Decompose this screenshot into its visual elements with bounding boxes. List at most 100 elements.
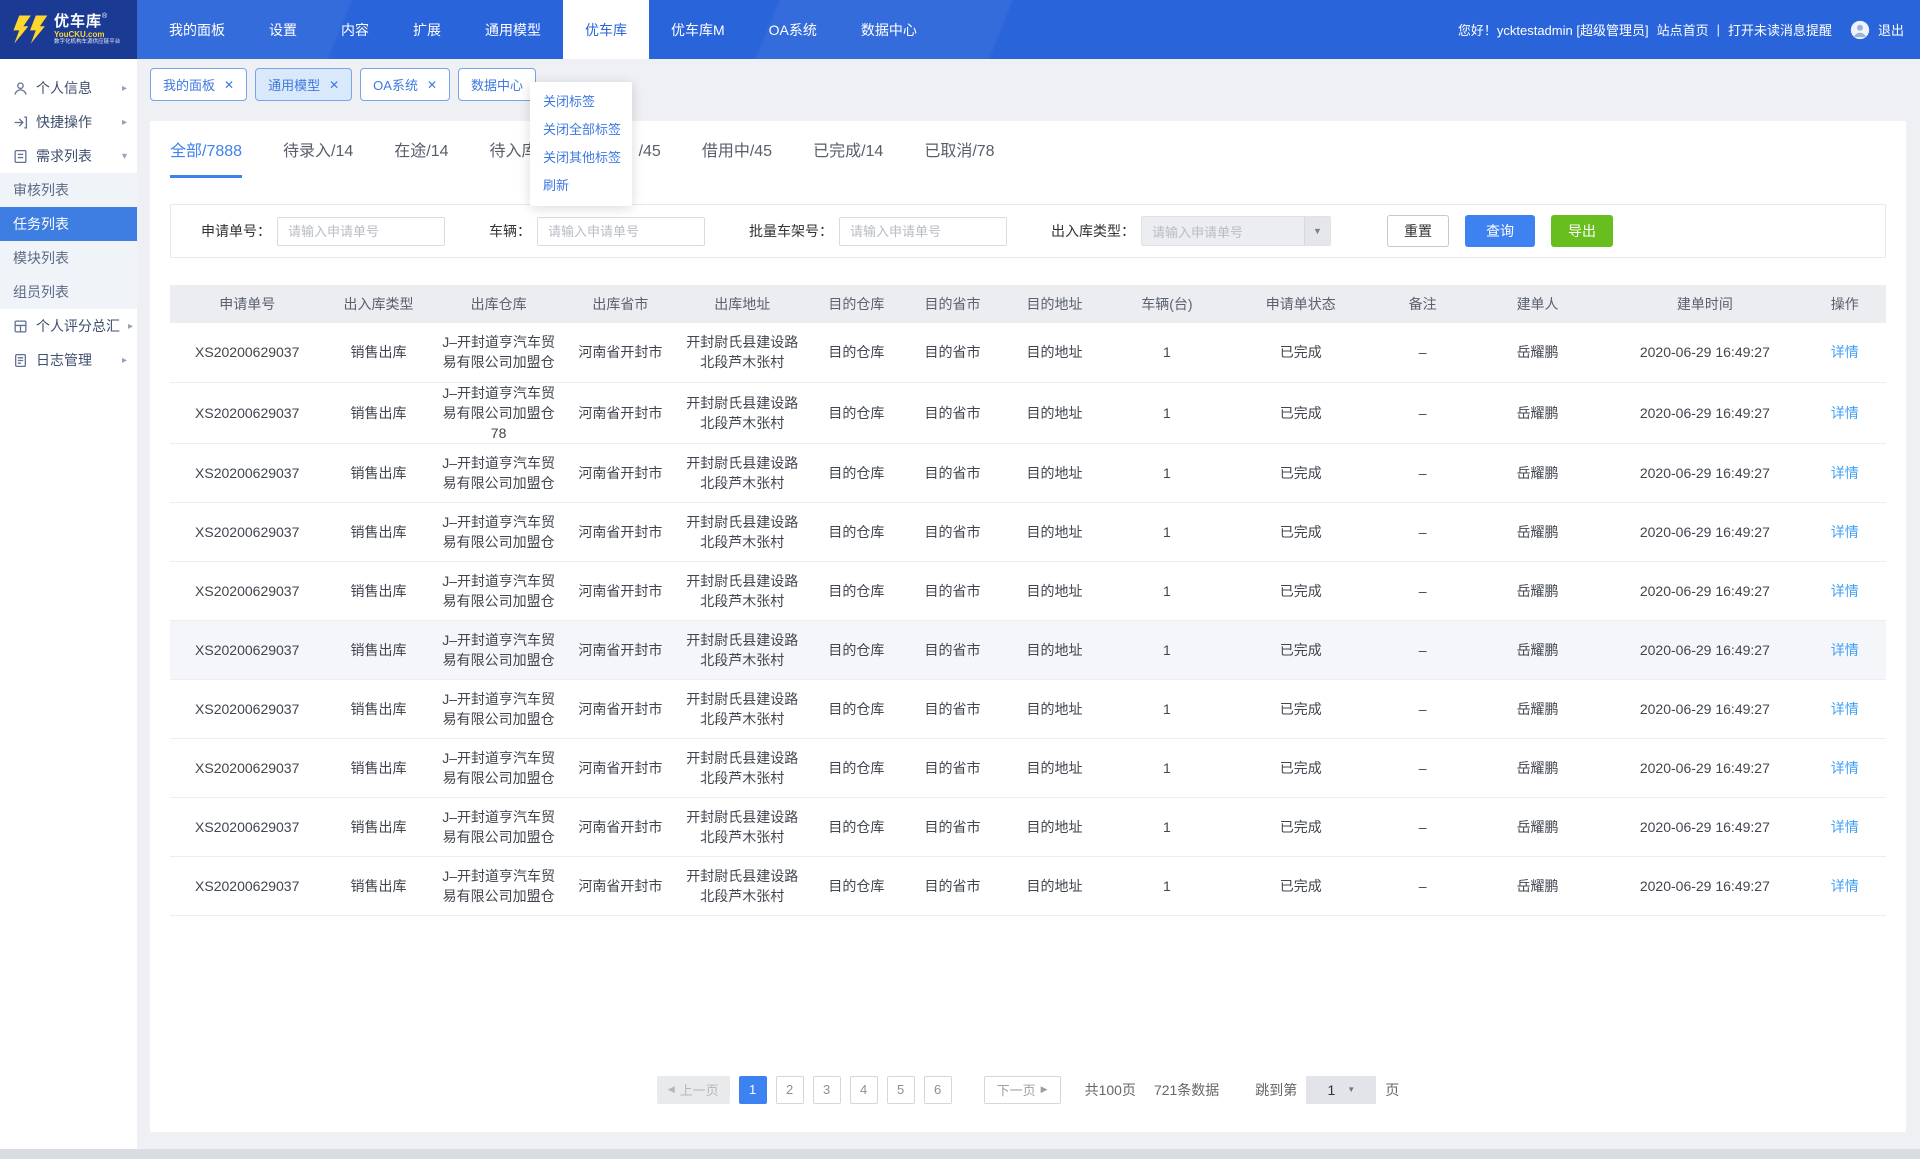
status-tab-7[interactable]: 已取消/78 bbox=[924, 141, 994, 178]
sidebar-item-4[interactable]: 日志管理▸ bbox=[0, 343, 137, 377]
cell-io_type: 销售出库 bbox=[324, 323, 432, 382]
detail-link[interactable]: 详情 bbox=[1831, 405, 1859, 421]
nav-item-7[interactable]: OA系统 bbox=[747, 0, 839, 59]
close-icon[interactable]: ✕ bbox=[329, 79, 339, 91]
nav-item-4[interactable]: 通用模型 bbox=[463, 0, 563, 59]
cell-out_warehouse: J–开封道亨汽车贸易有限公司加盟仓 bbox=[433, 797, 565, 856]
page-number-4[interactable]: 4 bbox=[850, 1076, 878, 1104]
cell-io_type: 销售出库 bbox=[324, 856, 432, 915]
status-tab-1[interactable]: 待录入/14 bbox=[283, 141, 353, 178]
cell-dest_address: 目的地址 bbox=[1001, 382, 1109, 443]
page-number-1[interactable]: 1 bbox=[739, 1076, 767, 1104]
nav-item-5[interactable]: 优车库 bbox=[563, 0, 649, 59]
cell-out_warehouse: J–开封道亨汽车贸易有限公司加盟仓 bbox=[433, 620, 565, 679]
cell-dest_address: 目的地址 bbox=[1001, 620, 1109, 679]
status-tab-2[interactable]: 在途/14 bbox=[394, 141, 448, 178]
sidebar-item-1[interactable]: 快捷操作▸ bbox=[0, 105, 137, 139]
detail-link[interactable]: 详情 bbox=[1831, 642, 1859, 658]
reset-button[interactable]: 重置 bbox=[1387, 215, 1449, 247]
search-button[interactable]: 查询 bbox=[1465, 215, 1535, 247]
jump-page-select[interactable]: 1 ▼ bbox=[1306, 1076, 1376, 1104]
detail-link[interactable]: 详情 bbox=[1831, 878, 1859, 894]
cell-created_at: 2020-06-29 16:49:27 bbox=[1606, 856, 1803, 915]
sidebar-subitem-2-0[interactable]: 审核列表 bbox=[0, 173, 137, 207]
sidebar-item-2[interactable]: 需求列表▾ bbox=[0, 139, 137, 173]
detail-link[interactable]: 详情 bbox=[1831, 344, 1859, 360]
cell-status: 已完成 bbox=[1225, 738, 1376, 797]
table-row: XS20200629037销售出库J–开封道亨汽车贸易有限公司加盟仓河南省开封市… bbox=[170, 797, 1886, 856]
detail-link[interactable]: 详情 bbox=[1831, 819, 1859, 835]
jump-prefix-label: 跳到第 bbox=[1255, 1080, 1297, 1100]
context-menu-item-2[interactable]: 关闭其他标签 bbox=[530, 144, 632, 172]
tab-context-menu: 关闭标签关闭全部标签关闭其他标签刷新 bbox=[530, 82, 632, 206]
cell-dest_address: 目的地址 bbox=[1001, 856, 1109, 915]
cell-out_warehouse: J–开封道亨汽车贸易有限公司加盟仓78 bbox=[433, 382, 565, 443]
cell-order_no: XS20200629037 bbox=[170, 679, 324, 738]
page-number-2[interactable]: 2 bbox=[776, 1076, 804, 1104]
cell-dest_address: 目的地址 bbox=[1001, 323, 1109, 382]
filter-input-0[interactable] bbox=[277, 217, 445, 246]
brand-logo[interactable]: 优车库® YouCKU.com 数字化机构车源供应链平台 bbox=[0, 0, 137, 59]
logout-button[interactable]: 退出 bbox=[1878, 20, 1904, 39]
sidebar-subgroup: 审核列表任务列表模块列表组员列表 bbox=[0, 173, 137, 309]
context-menu-item-3[interactable]: 刷新 bbox=[530, 172, 632, 200]
table-row: XS20200629037销售出库J–开封道亨汽车贸易有限公司加盟仓河南省开封市… bbox=[170, 443, 1886, 502]
nav-item-0[interactable]: 我的面板 bbox=[147, 0, 247, 59]
detail-link[interactable]: 详情 bbox=[1831, 524, 1859, 540]
filter-buttons: 重置查询导出 bbox=[1387, 215, 1613, 247]
detail-link[interactable]: 详情 bbox=[1831, 701, 1859, 717]
sidebar-item-label: 个人评分总汇 bbox=[36, 316, 120, 336]
cell-out_city: 河南省开封市 bbox=[565, 856, 677, 915]
sidebar-item-0[interactable]: 个人信息▸ bbox=[0, 71, 137, 105]
cell-remark: – bbox=[1376, 797, 1469, 856]
io-type-select[interactable]: 请输入申请单号▼ bbox=[1141, 216, 1331, 246]
nav-item-8[interactable]: 数据中心 bbox=[839, 0, 939, 59]
cell-action: 详情 bbox=[1804, 679, 1886, 738]
status-tab-6[interactable]: 已完成/14 bbox=[813, 141, 883, 178]
nav-item-1[interactable]: 设置 bbox=[247, 0, 319, 59]
next-page-button[interactable]: 下一页 ▶ bbox=[984, 1076, 1061, 1104]
filter-field-1: 车辆： bbox=[489, 217, 705, 246]
sidebar-subitem-2-1[interactable]: 任务列表 bbox=[0, 207, 137, 241]
close-icon[interactable]: ✕ bbox=[224, 79, 234, 91]
user-avatar-icon[interactable] bbox=[1850, 20, 1870, 40]
status-tab-5[interactable]: 借用中/45 bbox=[702, 141, 772, 178]
sidebar-item-3[interactable]: 个人评分总汇▸ bbox=[0, 309, 137, 343]
detail-link[interactable]: 详情 bbox=[1831, 465, 1859, 481]
tab-chip-0[interactable]: 我的面板✕ bbox=[150, 68, 247, 101]
sidebar-subitem-2-2[interactable]: 模块列表 bbox=[0, 241, 137, 275]
context-menu-item-1[interactable]: 关闭全部标签 bbox=[530, 116, 632, 144]
status-tab-4[interactable]: /45 bbox=[639, 141, 661, 178]
nav-item-3[interactable]: 扩展 bbox=[391, 0, 463, 59]
export-button[interactable]: 导出 bbox=[1551, 215, 1613, 247]
page-number-5[interactable]: 5 bbox=[887, 1076, 915, 1104]
page-number-3[interactable]: 3 bbox=[813, 1076, 841, 1104]
tab-chip-3[interactable]: 数据中心 bbox=[458, 68, 536, 101]
prev-page-button[interactable]: ◀ 上一页 bbox=[657, 1076, 730, 1104]
context-menu-item-0[interactable]: 关闭标签 bbox=[530, 88, 632, 116]
cell-dest_city: 目的省市 bbox=[904, 443, 1000, 502]
chevron-down-icon: ▼ bbox=[1347, 1085, 1355, 1094]
filter-input-1[interactable] bbox=[537, 217, 705, 246]
cell-out_city: 河南省开封市 bbox=[565, 561, 677, 620]
nav-item-2[interactable]: 内容 bbox=[319, 0, 391, 59]
sidebar-subitem-2-3[interactable]: 组员列表 bbox=[0, 275, 137, 309]
filter-input-2[interactable] bbox=[839, 217, 1007, 246]
pagination: ◀ 上一页 123456 下一页 ▶ 共100页 721条数据 跳到第 1 bbox=[170, 1076, 1886, 1104]
status-tab-0[interactable]: 全部/7888 bbox=[170, 141, 242, 178]
tab-chip-2[interactable]: OA系统✕ bbox=[360, 68, 450, 101]
filter-field-label: 车辆： bbox=[489, 221, 531, 241]
detail-link[interactable]: 详情 bbox=[1831, 760, 1859, 776]
page-numbers: 123456 bbox=[730, 1076, 952, 1104]
nav-item-6[interactable]: 优车库M bbox=[649, 0, 747, 59]
detail-link[interactable]: 详情 bbox=[1831, 583, 1859, 599]
tab-chip-1[interactable]: 通用模型✕ bbox=[255, 68, 352, 101]
site-home-link[interactable]: 站点首页 bbox=[1657, 20, 1709, 39]
cell-order_no: XS20200629037 bbox=[170, 443, 324, 502]
cell-dest_city: 目的省市 bbox=[904, 797, 1000, 856]
unread-messages-link[interactable]: 打开未读消息提醒 bbox=[1728, 20, 1832, 39]
page-number-6[interactable]: 6 bbox=[924, 1076, 952, 1104]
close-icon[interactable]: ✕ bbox=[427, 79, 437, 91]
score-summary-icon bbox=[13, 319, 28, 334]
cell-order_no: XS20200629037 bbox=[170, 323, 324, 382]
